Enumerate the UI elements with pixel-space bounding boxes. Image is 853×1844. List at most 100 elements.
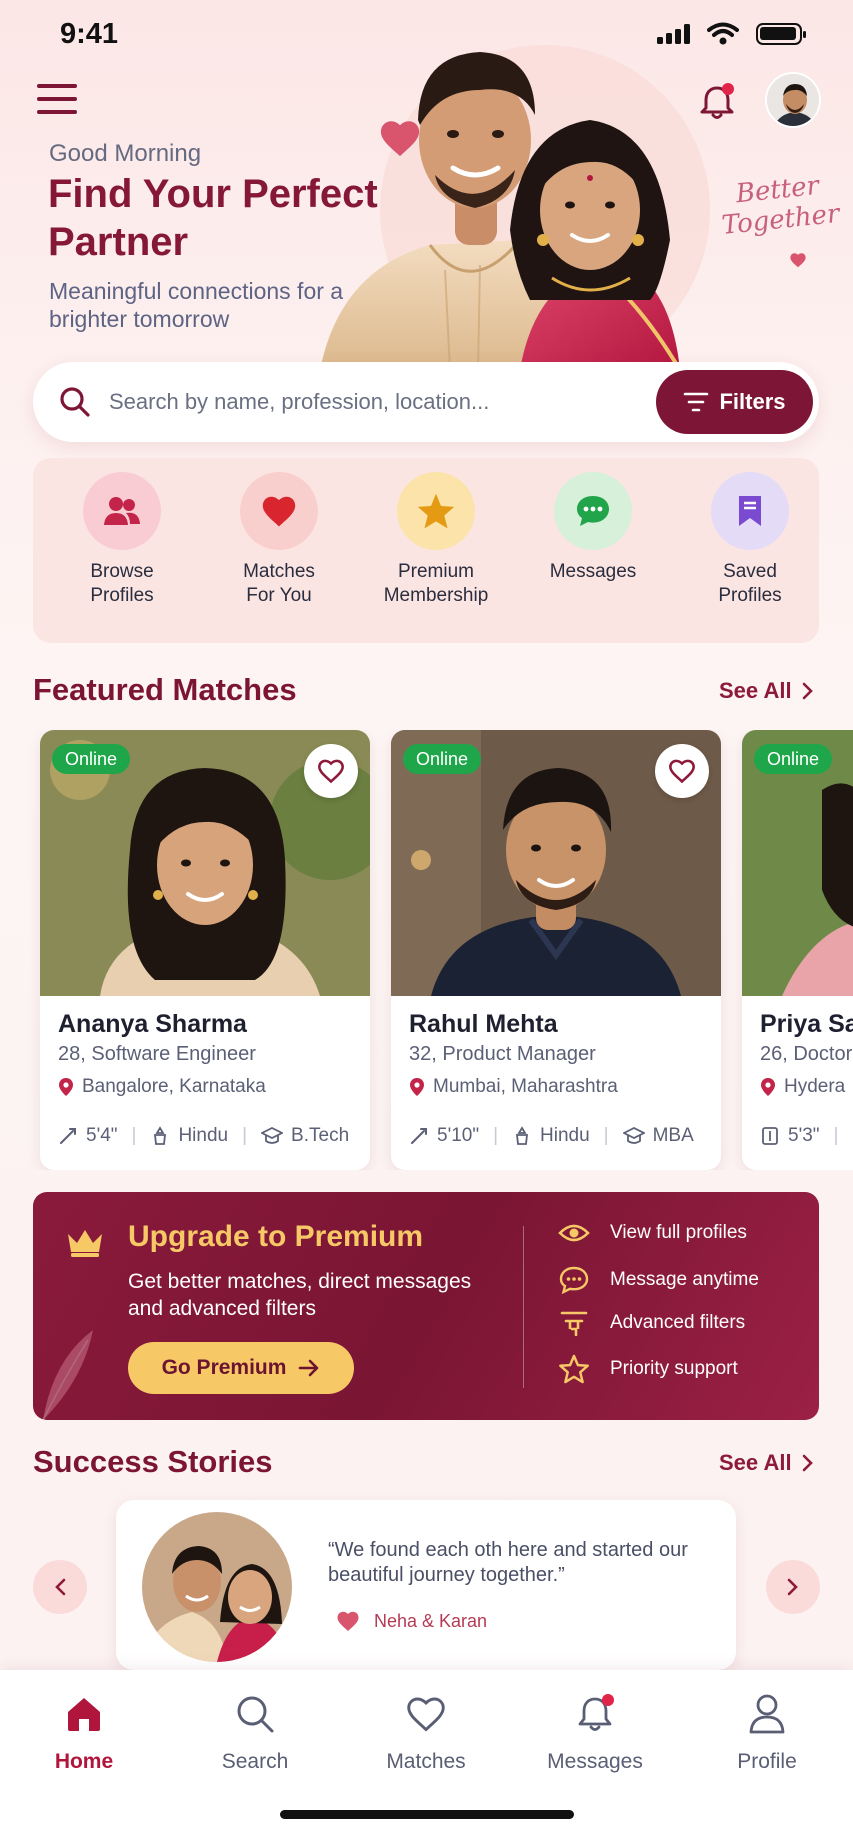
tab-label: Matches — [386, 1750, 466, 1773]
see-all-label: See All — [719, 1450, 792, 1475]
story-prev-button[interactable] — [33, 1560, 87, 1614]
height-icon — [60, 1128, 76, 1144]
quick-premium-membership[interactable]: Premium Membership — [366, 472, 506, 608]
search-input[interactable] — [109, 380, 649, 424]
profile-card[interactable]: Online Ananya Sharma 28, Software Engine… — [40, 730, 370, 1170]
featured-matches-carousel: Online Ananya Sharma 28, Software Engine… — [0, 730, 853, 1170]
profile-meta: 5'4" | Hindu | B.Tech — [58, 1125, 349, 1147]
star-outline-icon — [559, 1354, 589, 1384]
quick-label: Profiles — [718, 585, 782, 606]
quick-label: Messages — [549, 561, 637, 582]
height-text: 5'3" — [788, 1125, 820, 1146]
location-text: Hydera — [784, 1076, 846, 1097]
user-avatar[interactable] — [765, 72, 821, 128]
filters-button[interactable]: Filters — [656, 370, 813, 434]
home-indicator — [280, 1810, 574, 1819]
leaf-decor-icon — [42, 1330, 93, 1420]
height-icon — [411, 1128, 427, 1144]
quick-matches-for-you[interactable]: Matches For You — [209, 472, 349, 608]
search-icon — [60, 387, 90, 417]
success-stories-title: Success Stories — [33, 1444, 273, 1479]
hero-section: Better Together Good Morning Find Your P… — [0, 40, 853, 375]
education-text: B.Tech — [291, 1125, 350, 1146]
notification-bell-icon[interactable] — [695, 80, 739, 124]
tab-messages[interactable]: Messages — [535, 1690, 655, 1774]
favorite-button[interactable] — [655, 744, 709, 798]
profile-location: Hydera — [760, 1076, 845, 1098]
education-text: MBA — [652, 1125, 694, 1146]
story-quote: “We found each oth here and started our … — [328, 1539, 688, 1586]
tab-profile[interactable]: Profile — [707, 1690, 827, 1774]
chevron-right-icon — [802, 682, 813, 700]
premium-divider — [523, 1226, 524, 1388]
avatar-image — [767, 74, 819, 126]
menu-icon[interactable] — [37, 84, 77, 118]
tab-label: Search — [221, 1750, 289, 1773]
location-text: Mumbai, Maharashtra — [433, 1076, 618, 1097]
quick-label: Saved — [723, 561, 777, 582]
premium-feature: Advanced filters — [558, 1310, 745, 1336]
premium-feature: Message anytime — [558, 1266, 759, 1294]
success-see-all-link[interactable]: See All — [719, 1450, 814, 1476]
featured-matches-title: Featured Matches — [33, 672, 297, 707]
see-all-label: See All — [719, 678, 792, 703]
quick-saved-profiles[interactable]: Saved Profiles — [680, 472, 820, 608]
feature-label: Message anytime — [610, 1269, 759, 1290]
graduation-cap-icon — [261, 1127, 284, 1144]
message-icon — [559, 1266, 589, 1294]
tab-label: Profile — [737, 1750, 797, 1773]
religion-icon — [154, 1126, 167, 1145]
feature-label: Advanced filters — [610, 1312, 746, 1333]
quick-label: For You — [246, 585, 312, 606]
profile-card[interactable]: Online Rahul Mehta 32, Product Manager M… — [391, 730, 721, 1170]
chevron-right-icon — [787, 1578, 798, 1596]
featured-see-all-link[interactable]: See All — [719, 678, 814, 704]
home-icon — [68, 1698, 100, 1731]
app-screen: 9:41 Better Together Good Morning Find Y… — [0, 0, 853, 1844]
heart-outline-icon — [407, 1697, 445, 1732]
filter-icon — [684, 392, 709, 412]
hero-subline: Meaningful connections for a brighter to… — [49, 278, 344, 332]
tab-label: Messages — [547, 1750, 643, 1773]
online-badge: Online — [52, 744, 131, 774]
quick-messages[interactable]: Messages — [523, 472, 663, 584]
quick-browse-profiles[interactable]: Browse Profiles — [52, 472, 192, 608]
quick-actions: Browse Profiles Matches For You Premium … — [33, 458, 819, 643]
search-icon — [237, 1696, 274, 1733]
profile-info: 26, Doctor — [760, 1043, 853, 1065]
tagline-script: Better Together — [717, 169, 841, 241]
tab-matches[interactable]: Matches — [366, 1690, 486, 1774]
profile-name: Ananya Sharma — [58, 1010, 247, 1038]
profile-name: Rahul Mehta — [409, 1010, 558, 1038]
profile-card[interactable]: Online Priya Sa 26, Doctor Hydera 5'3" | — [742, 730, 853, 1170]
quick-label: Premium — [397, 561, 474, 582]
filter-funnel-icon — [560, 1311, 588, 1336]
chevron-right-icon — [802, 1454, 813, 1472]
location-pin-icon — [761, 1078, 775, 1096]
favorite-button[interactable] — [304, 744, 358, 798]
profile-name: Priya Sa — [760, 1010, 853, 1038]
success-story-card[interactable]: “We found each oth here and started our … — [116, 1500, 736, 1670]
quick-label: Browse — [90, 561, 154, 582]
greeting-text: Good Morning — [49, 140, 202, 167]
star-icon — [397, 472, 475, 550]
heart-icon — [240, 472, 318, 550]
story-next-button[interactable] — [766, 1560, 820, 1614]
quick-label: Matches — [243, 561, 315, 582]
feature-label: View full profiles — [610, 1222, 747, 1243]
chevron-left-icon — [55, 1578, 66, 1596]
tab-home[interactable]: Home — [24, 1690, 144, 1774]
crown-icon — [68, 1230, 102, 1257]
person-icon — [749, 1694, 785, 1734]
premium-feature: Priority support — [558, 1354, 738, 1384]
online-badge: Online — [754, 744, 833, 774]
story-couple-photo — [142, 1512, 292, 1662]
heart-outline-icon — [669, 759, 695, 784]
religion-text: Hindu — [540, 1125, 590, 1146]
premium-title: Upgrade to Premium — [128, 1220, 424, 1253]
chat-icon — [554, 472, 632, 550]
go-premium-button[interactable]: Go Premium — [128, 1342, 354, 1394]
heart-icon — [337, 1611, 359, 1631]
location-text: Bangalore, Karnataka — [82, 1076, 266, 1097]
tab-search[interactable]: Search — [195, 1690, 315, 1774]
